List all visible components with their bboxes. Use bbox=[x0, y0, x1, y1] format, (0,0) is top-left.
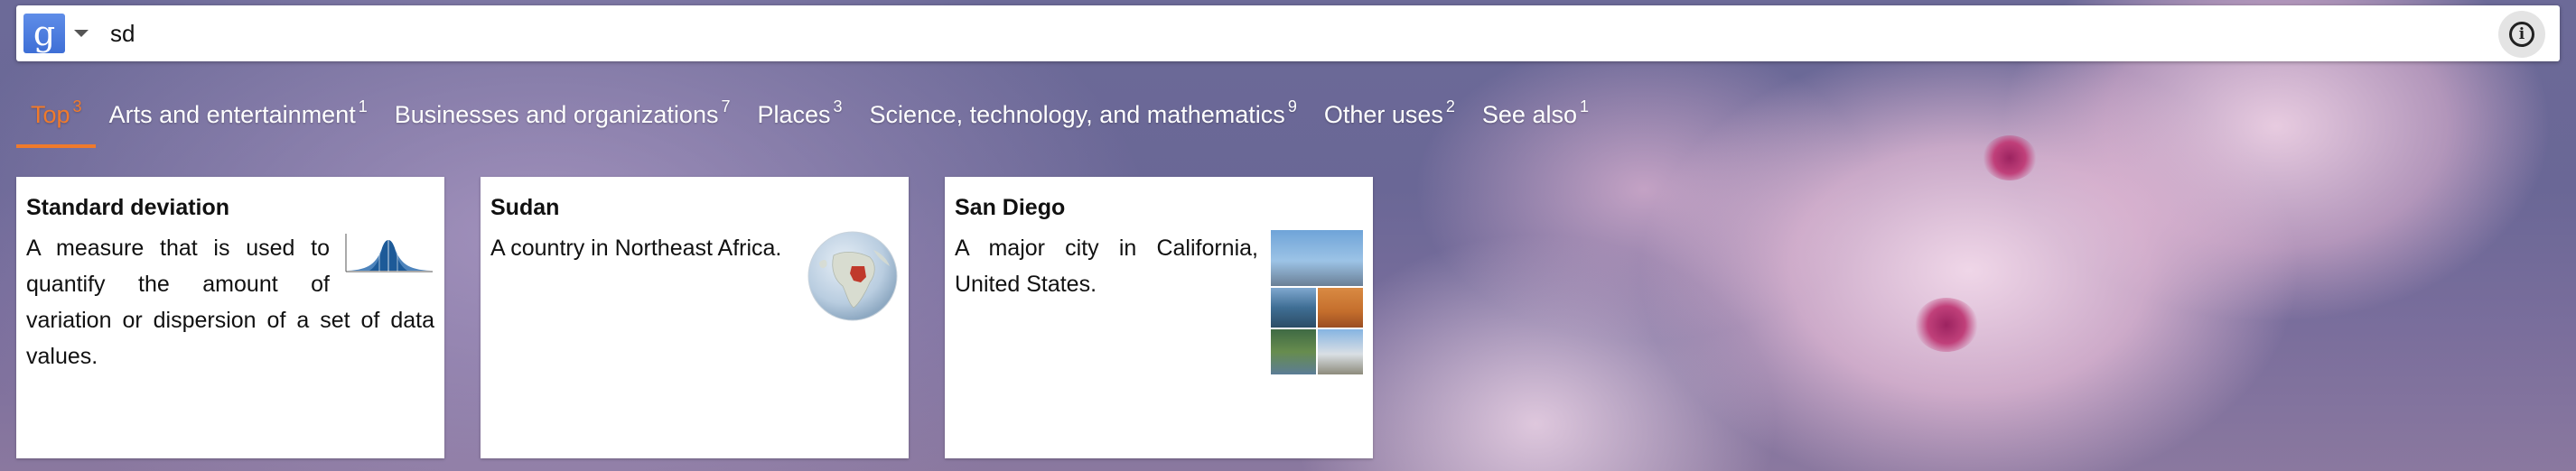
bridge-photo bbox=[1271, 288, 1316, 328]
background-flower-detail bbox=[1915, 298, 1978, 352]
park-photo bbox=[1271, 329, 1316, 374]
card-title: Sudan bbox=[490, 195, 560, 220]
card-title: Standard deviation bbox=[26, 195, 230, 220]
normal-distribution-chart-thumbnail bbox=[345, 234, 433, 272]
mission-photo bbox=[1318, 329, 1363, 374]
tab-label: Arts and entertainment bbox=[108, 101, 356, 128]
tab-count: 1 bbox=[358, 97, 368, 115]
category-tabs: Top 3 Arts and entertainment 1 Businesses … bbox=[16, 94, 1602, 150]
result-cards: Standard deviation A measure that is use… bbox=[16, 177, 1373, 458]
card-body: A major city in California, United State… bbox=[955, 230, 1363, 374]
search-engine-selector[interactable]: g bbox=[23, 14, 98, 53]
tab-businesses-and-organizations[interactable]: Businesses and organizations 7 bbox=[381, 94, 744, 148]
info-button[interactable]: i bbox=[2498, 11, 2545, 58]
skyline-photo bbox=[1271, 230, 1363, 286]
card-title: San Diego bbox=[955, 195, 1066, 220]
result-card-san-diego[interactable]: San Diego A major city in California, Un… bbox=[945, 177, 1373, 458]
tab-label: Other uses bbox=[1323, 101, 1443, 128]
engine-logo-letter: g bbox=[33, 14, 56, 53]
tab-arts-and-entertainment[interactable]: Arts and entertainment 1 bbox=[96, 94, 381, 148]
tab-count: 2 bbox=[1445, 97, 1455, 115]
tab-label: See also bbox=[1481, 101, 1577, 128]
tab-label: Places bbox=[757, 101, 831, 128]
city-photo-collage-thumbnail bbox=[1271, 230, 1363, 374]
tab-count: 1 bbox=[1579, 97, 1589, 115]
card-body: A measure that is used to quantify the a… bbox=[26, 230, 434, 374]
tab-other-uses[interactable]: Other uses 2 bbox=[1311, 94, 1469, 148]
search-bar: g i bbox=[16, 5, 2560, 61]
tab-count: 3 bbox=[72, 97, 82, 115]
tab-count: 7 bbox=[721, 97, 731, 115]
tab-label: Top bbox=[31, 101, 70, 128]
background-flower-detail bbox=[1983, 135, 2037, 180]
building-photo bbox=[1318, 288, 1363, 328]
tab-see-also[interactable]: See also 1 bbox=[1469, 94, 1602, 148]
card-description: A major city in California, United State… bbox=[955, 236, 1258, 297]
tab-places[interactable]: Places 3 bbox=[743, 94, 855, 148]
tab-label: Science, technology, and mathematics bbox=[869, 101, 1285, 128]
card-description: A country in Northeast Africa. bbox=[490, 236, 782, 261]
tab-count: 3 bbox=[833, 97, 843, 115]
tab-label: Businesses and organizations bbox=[394, 101, 719, 128]
search-input[interactable] bbox=[103, 13, 2502, 54]
card-body: A country in Northeast Africa. bbox=[490, 230, 899, 321]
tab-science-technology-mathematics[interactable]: Science, technology, and mathematics 9 bbox=[856, 94, 1311, 148]
chevron-down-icon bbox=[74, 30, 89, 37]
tab-top[interactable]: Top 3 bbox=[16, 94, 96, 148]
tab-count: 9 bbox=[1287, 97, 1297, 115]
google-g-icon: g bbox=[23, 14, 65, 53]
globe-africa-sudan-thumbnail bbox=[807, 231, 898, 321]
result-card-sudan[interactable]: Sudan A country in Northeast Africa. bbox=[481, 177, 909, 458]
result-card-standard-deviation[interactable]: Standard deviation A measure that is use… bbox=[16, 177, 444, 458]
info-icon: i bbox=[2509, 22, 2534, 47]
